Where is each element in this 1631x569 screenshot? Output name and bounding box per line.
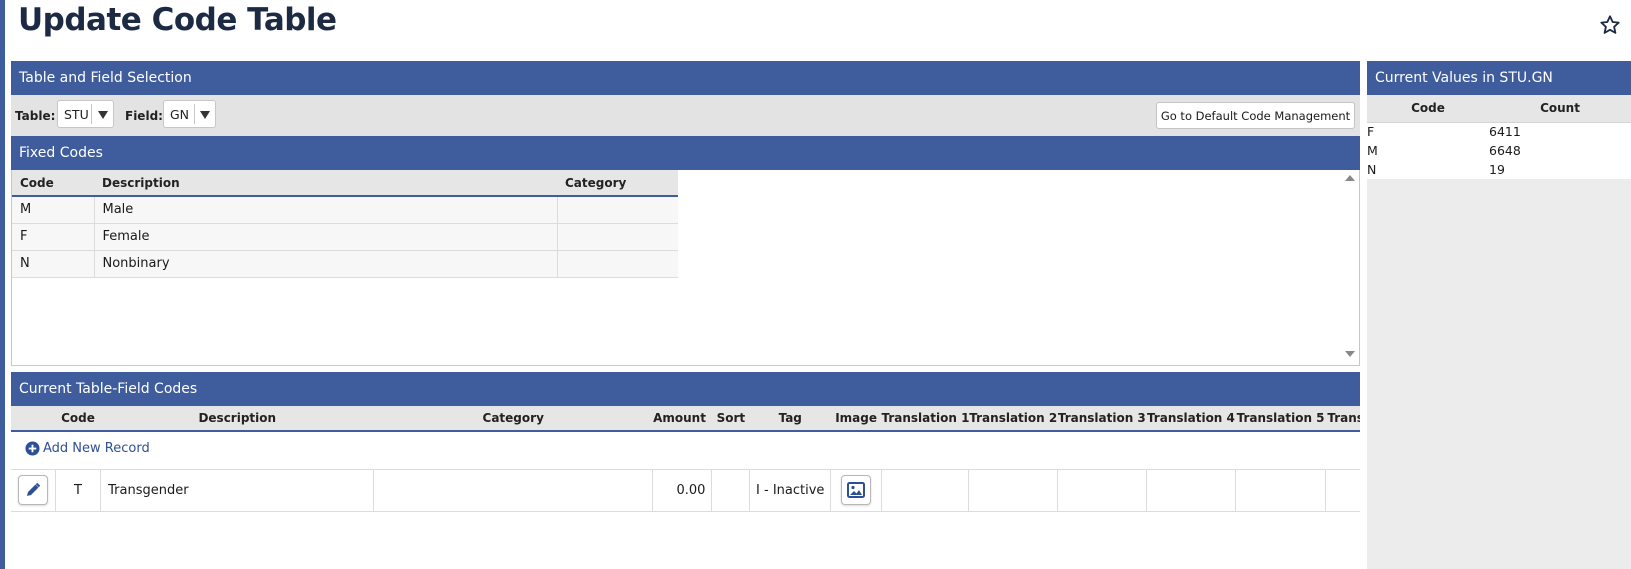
fixed-category-cell [557, 196, 678, 224]
table-row[interactable]: M Male [12, 196, 678, 224]
fixed-code-cell: F [12, 223, 95, 251]
current-values-table: Code Count F 6411 M 6648 N 19 [1367, 95, 1631, 179]
edit-button[interactable] [17, 475, 48, 505]
amount-cell: 0.00 [652, 469, 713, 512]
current-values-header: Current Values in STU.GN [1367, 61, 1631, 95]
column-header-image: Image [830, 406, 882, 432]
value-count-cell: 19 [1489, 162, 1505, 177]
column-header-category: Category [373, 406, 653, 432]
image-icon [847, 482, 866, 498]
plus-circle-icon [25, 441, 40, 456]
column-header-code: Code [55, 406, 101, 432]
fixed-code-cell: N [12, 250, 95, 278]
table-label: Table: [15, 109, 56, 123]
star-icon[interactable] [1599, 14, 1621, 36]
fixed-code-cell: M [12, 196, 95, 224]
field-label: Field: [125, 109, 163, 123]
category-cell [373, 469, 654, 512]
column-header-category: Category [557, 170, 678, 197]
image-cell [830, 469, 882, 512]
caret-down-icon [200, 111, 210, 119]
value-count-cell: 6648 [1489, 143, 1521, 158]
column-header-code: Code [12, 170, 94, 197]
field-select-value: GN [170, 107, 190, 122]
fixed-codes-header: Fixed Codes [11, 136, 1360, 170]
default-code-management-button[interactable]: Go to Default Code Management [1156, 102, 1355, 129]
value-count-cell: 6411 [1489, 124, 1521, 140]
field-select-divider [194, 104, 195, 124]
table-row[interactable]: T Transgender 0.00 I - Inactive [11, 469, 1360, 512]
fixed-codes-panel: Code Description Category M Male F Femal… [11, 170, 1360, 366]
column-header-count: Count [1489, 95, 1631, 123]
value-code-cell: N [1367, 162, 1377, 177]
fixed-description-cell: Female [94, 223, 558, 251]
translation-5-cell [1235, 469, 1326, 512]
selection-bar: Table: STU Field: GN Go to Default Code … [11, 95, 1360, 136]
tag-cell: I - Inactive [749, 469, 832, 512]
selection-header: Table and Field Selection [11, 61, 1360, 95]
translation-4-cell [1146, 469, 1237, 512]
fixed-category-cell [557, 250, 678, 278]
column-header-translation-1: Translation 1 [881, 406, 969, 432]
add-new-record-label: Add New Record [43, 440, 150, 456]
fixed-category-cell [557, 223, 678, 251]
table-row: N 19 [1367, 160, 1631, 179]
column-header-sort: Sort [711, 406, 750, 432]
table-select[interactable]: STU [57, 100, 114, 128]
column-header-translation-5: Translation 5 [1235, 406, 1326, 432]
fixed-description-cell: Male [94, 196, 558, 224]
column-header-translation-6: Translation 6 [1325, 406, 1360, 432]
field-select[interactable]: GN [163, 100, 216, 128]
column-header-description: Description [100, 406, 374, 432]
column-header-translation-4: Translation 4 [1146, 406, 1236, 432]
column-header-translation-3: Translation 3 [1057, 406, 1147, 432]
pencil-icon [26, 482, 41, 496]
page-title: Update Code Table [18, 2, 337, 38]
table-row: F 6411 [1367, 122, 1631, 141]
translation-3-cell [1057, 469, 1147, 512]
column-header-amount: Amount [652, 406, 712, 432]
column-header-code: Code [1367, 95, 1489, 123]
table-row[interactable]: F Female [12, 223, 678, 251]
translation-2-cell [968, 469, 1059, 512]
left-accent-bar [0, 0, 5, 569]
sort-cell [711, 469, 751, 512]
column-header-description: Description [94, 170, 557, 197]
translation-6-cell [1325, 469, 1360, 512]
translation-1-cell [881, 469, 970, 512]
edit-cell [11, 469, 56, 512]
current-codes-table: Code Description Category Amount Sort Ta… [11, 406, 1360, 512]
main-column: Table and Field Selection Table: STU Fie… [11, 61, 1360, 512]
description-cell: Transgender [100, 469, 375, 512]
table-row[interactable]: N Nonbinary [12, 250, 678, 278]
value-code-cell: M [1367, 143, 1378, 158]
add-new-record-link[interactable]: Add New Record [25, 441, 150, 456]
scroll-down-icon[interactable] [1345, 351, 1355, 357]
caret-down-icon [98, 111, 108, 119]
current-codes-header: Current Table-Field Codes [11, 372, 1360, 406]
table-row: M 6648 [1367, 141, 1631, 160]
table-select-value: STU [64, 107, 89, 122]
column-header-tag: Tag [749, 406, 831, 432]
scroll-up-icon[interactable] [1345, 175, 1355, 181]
image-button[interactable] [841, 475, 872, 505]
column-header-actions [11, 406, 56, 432]
column-header-translation-2: Translation 2 [968, 406, 1058, 432]
fixed-codes-table: Code Description Category M Male F Femal… [12, 170, 678, 278]
fixed-description-cell: Nonbinary [94, 250, 558, 278]
table-select-divider [91, 104, 92, 124]
add-record-row: Add New Record [11, 431, 1360, 470]
current-values-panel: Current Values in STU.GN Code Count F 64… [1367, 61, 1631, 569]
value-code-cell: F [1367, 124, 1375, 140]
add-record-cell: Add New Record [11, 431, 1360, 470]
code-cell: T [55, 469, 102, 512]
